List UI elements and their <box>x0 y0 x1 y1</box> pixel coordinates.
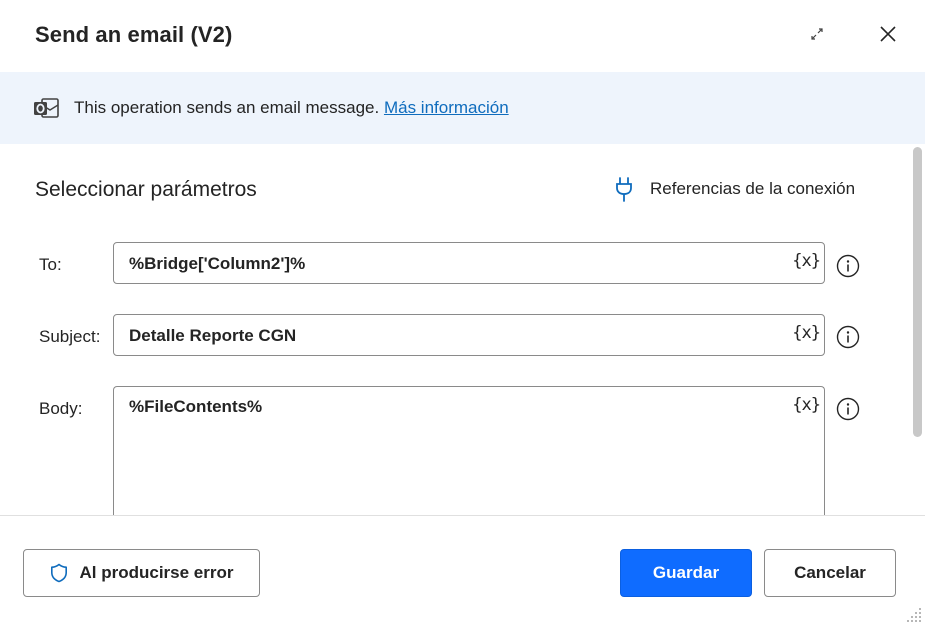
body-label: Body: <box>39 399 83 418</box>
body-info-icon[interactable] <box>836 397 860 421</box>
more-info-link[interactable]: Más información <box>384 98 509 117</box>
body-field[interactable]: %FileContents% {x} <box>113 386 825 526</box>
subject-variable-button[interactable]: {x} <box>792 323 821 343</box>
to-field[interactable]: %Bridge['Column2']% {x} <box>113 242 825 284</box>
outlook-icon <box>34 98 59 118</box>
plug-icon <box>616 177 632 202</box>
body-variable-button[interactable]: {x} <box>792 395 821 415</box>
subject-field[interactable]: Detalle Reporte CGN {x} <box>113 314 825 356</box>
on-error-label: Al producirse error <box>79 563 234 582</box>
scrollbar-thumb[interactable] <box>913 147 922 437</box>
send-email-dialog: Send an email (V2) This operation sends … <box>0 0 925 626</box>
close-icon <box>880 26 896 42</box>
dialog-title: Send an email (V2) <box>35 22 233 47</box>
subject-label: Subject: <box>39 327 101 346</box>
to-info-icon[interactable] <box>836 254 860 278</box>
connection-references-label: Referencias de la conexión <box>650 179 856 198</box>
shield-icon <box>50 563 67 583</box>
section-title: Seleccionar parámetros <box>35 178 257 201</box>
on-error-button[interactable]: Al producirse error <box>23 549 260 597</box>
expand-button[interactable] <box>803 20 831 48</box>
save-button[interactable]: Guardar <box>620 549 752 597</box>
subject-value: Detalle Reporte CGN <box>129 326 297 345</box>
body-value: %FileContents% <box>129 397 263 416</box>
connection-references-button[interactable]: Referencias de la conexión <box>614 176 855 202</box>
expand-icon <box>811 28 823 40</box>
info-banner: This operation sends an email message. M… <box>0 72 925 144</box>
subject-info-icon[interactable] <box>836 325 860 349</box>
dialog-header: Send an email (V2) <box>0 0 925 72</box>
resize-grip-icon[interactable] <box>905 606 923 624</box>
dialog-footer: Al producirse error Guardar Cancelar <box>0 515 925 626</box>
banner-message: This operation sends an email message. <box>74 98 384 117</box>
to-variable-button[interactable]: {x} <box>792 251 821 271</box>
to-value: %Bridge['Column2']% <box>129 254 306 273</box>
cancel-button[interactable]: Cancelar <box>764 549 896 597</box>
banner-text-row: This operation sends an email message. M… <box>74 98 509 118</box>
close-button[interactable] <box>874 20 902 48</box>
to-label: To: <box>39 255 62 274</box>
